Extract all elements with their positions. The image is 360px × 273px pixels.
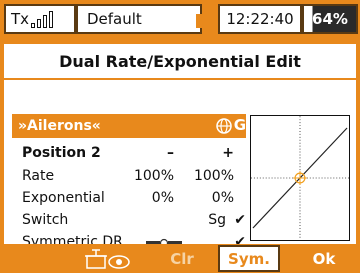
rate-left-value[interactable]: 100% <box>134 168 174 184</box>
position-row: Position 2 – + <box>22 145 246 167</box>
switch-row: Switch Sg ✔ <box>22 212 246 234</box>
expo-label: Exponential <box>22 190 105 206</box>
switch-value[interactable]: Sg <box>208 212 226 228</box>
status-indicator <box>196 14 210 28</box>
status-bar: Tx Default 12:22:40 64% <box>0 0 360 40</box>
trim-view-button[interactable] <box>72 245 144 272</box>
rate-label: Rate <box>22 168 55 184</box>
main-panel: Dual Rate/Exponential Edit »Ailerons« G … <box>4 44 356 250</box>
battery-indicator: 64% <box>302 4 358 34</box>
channel-selector[interactable]: »Ailerons« G <box>12 114 246 138</box>
switch-check-icon: ✔ <box>234 212 246 228</box>
switch-label: Switch <box>22 212 69 228</box>
clock: 12:22:40 <box>218 4 302 34</box>
tx-label: Tx <box>11 10 30 28</box>
minus-header[interactable]: – <box>167 145 174 161</box>
trim-eye-icon <box>85 248 130 269</box>
transmitter-signal[interactable]: Tx <box>4 4 76 34</box>
screen: Tx Default 12:22:40 64% Dual Rate/Expone… <box>0 0 360 273</box>
rate-right-value[interactable]: 100% <box>194 168 234 184</box>
symmetric-button[interactable]: Sym. <box>218 245 280 272</box>
clear-button[interactable]: Clr <box>146 245 218 272</box>
global-letter: G <box>233 116 246 134</box>
expo-left-value[interactable]: 0% <box>152 190 174 206</box>
curve-graph <box>250 115 350 241</box>
rate-row: Rate 100% 100% <box>22 168 246 190</box>
plus-header[interactable]: + <box>222 145 234 161</box>
ok-button[interactable]: Ok <box>290 245 358 272</box>
bottom-bar: Clr Sym. Ok <box>0 244 360 273</box>
expo-right-value[interactable]: 0% <box>212 190 234 206</box>
channel-name: »Ailerons« <box>18 118 101 134</box>
title-divider <box>4 78 356 80</box>
globe-icon <box>216 118 232 134</box>
expo-row: Exponential 0% 0% <box>22 190 246 212</box>
model-name[interactable]: Default <box>76 4 202 34</box>
signal-bars-icon <box>31 10 54 28</box>
page-title: Dual Rate/Exponential Edit <box>59 52 301 71</box>
position-label: Position 2 <box>22 145 101 161</box>
